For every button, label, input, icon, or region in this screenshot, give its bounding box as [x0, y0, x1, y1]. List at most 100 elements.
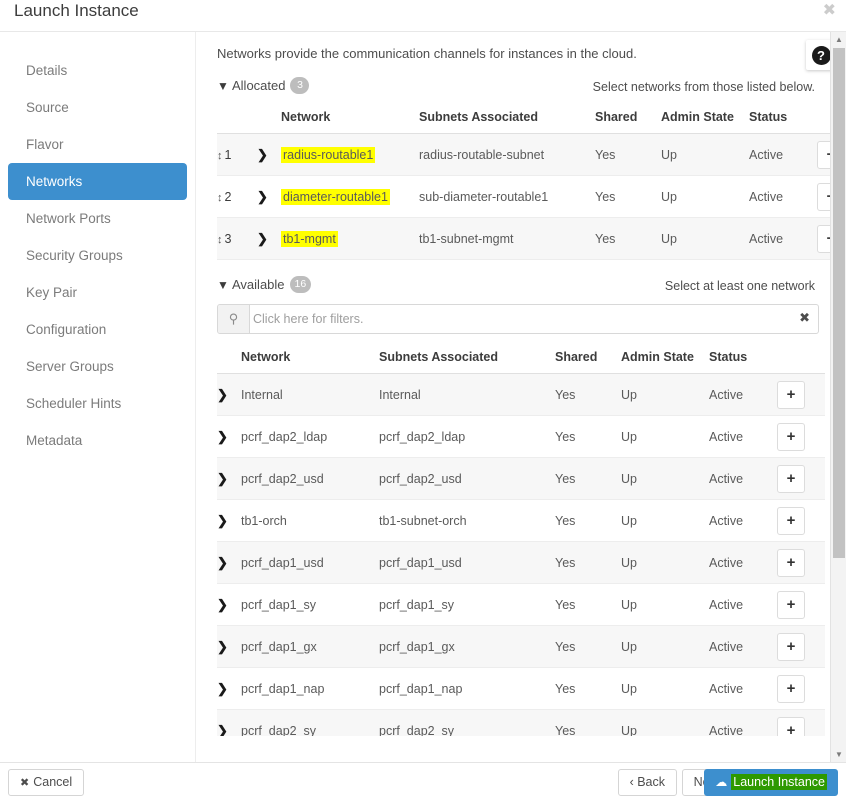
- sidebar-item-flavor[interactable]: Flavor: [8, 126, 187, 163]
- chevron-right-icon[interactable]: ❯: [217, 681, 228, 696]
- table-row[interactable]: ↕ 1 ❯ radius-routable1 radius-routable-su…: [217, 133, 846, 176]
- clear-filter-icon[interactable]: ✖: [799, 310, 810, 326]
- add-network-button[interactable]: +: [777, 632, 805, 661]
- row-expand[interactable]: ❯: [217, 625, 241, 668]
- row-admin-state: Up: [621, 541, 709, 584]
- close-icon[interactable]: ✖: [823, 3, 836, 19]
- row-expand[interactable]: ❯: [217, 457, 241, 500]
- table-row[interactable]: ❯ tb1-orch tb1-subnet-orch Yes Up Active…: [217, 499, 825, 542]
- wizard-sidebar: Details Source Flavor Networks Network P…: [0, 32, 196, 762]
- scroll-down-icon[interactable]: ▼: [831, 747, 846, 762]
- row-expand[interactable]: ❯: [217, 373, 241, 416]
- chevron-right-icon[interactable]: ❯: [257, 147, 268, 162]
- allocated-section-header[interactable]: ▼ Allocated 3 Select networks from those l…: [217, 77, 819, 99]
- add-network-button[interactable]: +: [777, 422, 805, 451]
- page-title: Launch Instance: [14, 1, 139, 20]
- table-row[interactable]: ❯ pcrf_dap2_ldap pcrf_dap2_ldap Yes Up A…: [217, 415, 825, 458]
- row-expand[interactable]: ❯: [217, 583, 241, 626]
- add-network-button[interactable]: +: [777, 464, 805, 493]
- row-expand[interactable]: ❯: [217, 667, 241, 710]
- row-network: tb1-orch: [241, 499, 379, 542]
- row-expand[interactable]: ❯: [217, 499, 241, 542]
- table-row[interactable]: ❯ pcrf_dap1_nap pcrf_dap1_nap Yes Up Act…: [217, 667, 825, 710]
- add-network-button[interactable]: +: [777, 506, 805, 535]
- table-row[interactable]: ↕ 3 ❯ tb1-mgmt tb1-subnet-mgmt Yes Up Act…: [217, 217, 846, 260]
- available-list-viewport: Network Subnets Associated Shared Admin …: [217, 344, 829, 736]
- add-network-button[interactable]: +: [777, 674, 805, 703]
- row-shared: Yes: [595, 217, 661, 260]
- row-expand[interactable]: ❯: [217, 541, 241, 584]
- table-row[interactable]: ❯ pcrf_dap1_sy pcrf_dap1_sy Yes Up Activ…: [217, 583, 825, 626]
- chevron-right-icon[interactable]: ❯: [217, 597, 228, 612]
- add-network-button[interactable]: +: [777, 380, 805, 409]
- table-row[interactable]: ❯ pcrf_dap2_sy pcrf_dap2_sy Yes Up Activ…: [217, 709, 825, 737]
- row-expand[interactable]: ❯: [257, 175, 281, 218]
- row-order[interactable]: ↕ 3: [217, 217, 257, 260]
- row-expand[interactable]: ❯: [257, 133, 281, 176]
- table-row[interactable]: ❯ pcrf_dap2_usd pcrf_dap2_usd Yes Up Act…: [217, 457, 825, 500]
- table-row[interactable]: ❯ pcrf_dap1_gx pcrf_dap1_gx Yes Up Activ…: [217, 625, 825, 668]
- chevron-right-icon[interactable]: ❯: [217, 429, 228, 444]
- network-name: diameter-routable1: [281, 188, 390, 205]
- add-network-button[interactable]: +: [777, 548, 805, 577]
- row-subnet: pcrf_dap2_usd: [379, 457, 555, 500]
- row-network: pcrf_dap1_nap: [241, 667, 379, 710]
- sidebar-item-scheduler-hints[interactable]: Scheduler Hints: [8, 385, 187, 422]
- sidebar-item-metadata[interactable]: Metadata: [8, 422, 187, 459]
- search-input[interactable]: [251, 305, 791, 333]
- sidebar-item-server-groups[interactable]: Server Groups: [8, 348, 187, 385]
- available-section-header[interactable]: ▼ Available 16 Select at least one network: [217, 276, 819, 298]
- row-expand[interactable]: ❯: [257, 217, 281, 260]
- col-subnets: Subnets Associated: [379, 344, 555, 374]
- chevron-right-icon[interactable]: ❯: [217, 471, 228, 486]
- sort-handle-icon[interactable]: ↕: [217, 234, 223, 246]
- chevron-right-icon[interactable]: ❯: [217, 555, 228, 570]
- table-row[interactable]: ↕ 2 ❯ diameter-routable1 sub-diameter-rou…: [217, 175, 846, 218]
- cancel-label: Cancel: [33, 775, 73, 789]
- row-expand[interactable]: ❯: [217, 709, 241, 737]
- row-shared: Yes: [555, 373, 621, 416]
- cancel-button[interactable]: ✖ Cancel: [8, 769, 85, 796]
- add-network-button[interactable]: +: [777, 716, 805, 736]
- add-network-button[interactable]: +: [777, 590, 805, 619]
- row-shared: Yes: [555, 541, 621, 584]
- col-shared: Shared: [555, 344, 621, 374]
- row-admin-state: Up: [621, 373, 709, 416]
- sidebar-item-configuration[interactable]: Configuration: [8, 311, 187, 348]
- row-admin-state: Up: [621, 583, 709, 626]
- row-status: Active: [709, 457, 777, 500]
- row-status: Active: [709, 709, 777, 736]
- row-order[interactable]: ↕ 1: [217, 133, 257, 176]
- col-admin-state: Admin State: [621, 344, 709, 374]
- scrollbar-thumb[interactable]: [833, 48, 845, 558]
- back-button[interactable]: ‹ Back: [617, 769, 677, 796]
- row-subnet: pcrf_dap1_usd: [379, 541, 555, 584]
- sidebar-item-key-pair[interactable]: Key Pair: [8, 274, 187, 311]
- close-x-icon: ✖: [20, 777, 30, 789]
- vertical-scrollbar[interactable]: ▲ ▼: [830, 32, 846, 762]
- sidebar-item-details[interactable]: Details: [8, 52, 187, 89]
- sidebar-item-network-ports[interactable]: Network Ports: [8, 200, 187, 237]
- scroll-up-icon[interactable]: ▲: [831, 32, 846, 47]
- table-row[interactable]: ❯ Internal Internal Yes Up Active +: [217, 373, 825, 416]
- sidebar-item-security-groups[interactable]: Security Groups: [8, 237, 187, 274]
- chevron-right-icon[interactable]: ❯: [217, 639, 228, 654]
- chevron-right-icon[interactable]: ❯: [217, 513, 228, 528]
- sort-handle-icon[interactable]: ↕: [217, 192, 223, 204]
- sidebar-item-source[interactable]: Source: [8, 89, 187, 126]
- row-order[interactable]: ↕ 2: [217, 175, 257, 218]
- chevron-right-icon[interactable]: ❯: [257, 231, 268, 246]
- row-status: Active: [709, 541, 777, 584]
- launch-instance-button[interactable]: ☁ Launch Instance: [704, 769, 838, 796]
- sort-handle-icon[interactable]: ↕: [217, 150, 223, 162]
- col-network: Network: [241, 344, 379, 374]
- chevron-right-icon[interactable]: ❯: [217, 387, 228, 402]
- chevron-right-icon[interactable]: ❯: [217, 723, 228, 737]
- sidebar-item-networks[interactable]: Networks: [8, 163, 187, 200]
- row-network: pcrf_dap2_ldap: [241, 415, 379, 458]
- row-network: diameter-routable1: [281, 175, 419, 218]
- row-expand[interactable]: ❯: [217, 415, 241, 458]
- chevron-right-icon[interactable]: ❯: [257, 189, 268, 204]
- table-row[interactable]: ❯ pcrf_dap1_usd pcrf_dap1_usd Yes Up Act…: [217, 541, 825, 584]
- available-hint: Select at least one network: [664, 279, 815, 293]
